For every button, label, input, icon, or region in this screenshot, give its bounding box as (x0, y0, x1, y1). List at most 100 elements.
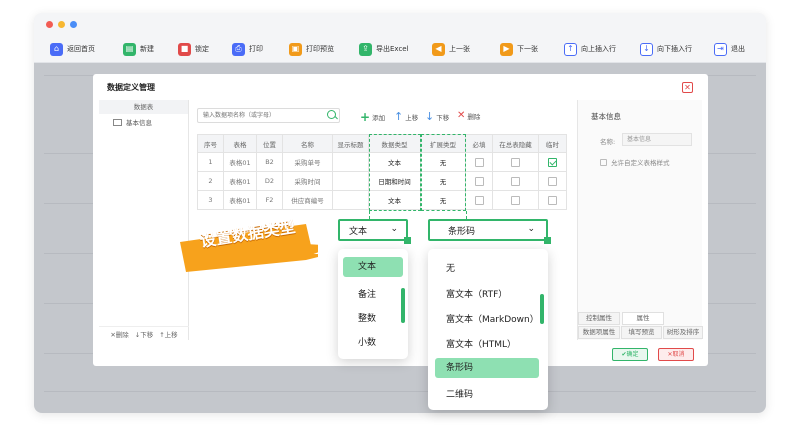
col-header: 必填 (465, 134, 493, 153)
search-input[interactable] (197, 108, 340, 123)
col-header: 在总表隐藏 (492, 134, 539, 153)
temp-checkbox[interactable] (548, 157, 557, 167)
home-label: 返回首页 (67, 45, 95, 53)
tab-tree-sort[interactable]: 树形及排序 (663, 326, 703, 339)
delete-button[interactable]: ✕ 删除 (457, 110, 480, 121)
cell-table: 表格01 (223, 190, 257, 210)
move-down-table-button[interactable]: ↓下移 (135, 329, 153, 339)
add-button[interactable]: + 添加 (360, 110, 385, 124)
new-doc-icon: ▤ (123, 42, 136, 56)
dropdown-scrollbar[interactable] (540, 294, 544, 324)
cell-temp[interactable] (538, 152, 567, 172)
print-preview-button[interactable]: ▣ 打印预览 (289, 41, 334, 57)
cell-temp[interactable] (538, 190, 567, 210)
home-icon: ⌂ (50, 42, 63, 56)
plus-icon: + (360, 110, 371, 124)
move-up-button[interactable]: ↑ 上移 (394, 110, 418, 123)
dropdown-option[interactable]: 小数 (358, 335, 376, 348)
table-list-item-label: 基本信息 (126, 119, 152, 127)
move-up-table-button[interactable]: ↑上移 (159, 329, 177, 339)
move-down-button[interactable]: ↓ 下移 (425, 110, 449, 123)
dropdown-option[interactable]: 富文本（MarkDown） (446, 312, 539, 325)
cell-hidden[interactable] (492, 171, 539, 191)
dropdown-option[interactable]: 无 (446, 261, 455, 274)
cell-position: D2 (256, 171, 283, 191)
dropdown-option[interactable]: 文本 (343, 257, 403, 277)
cell-required[interactable] (465, 152, 493, 172)
data-type-select[interactable]: 文本 ⌄ (338, 219, 411, 244)
move-up-label: 上移 (405, 113, 419, 122)
dropdown-option[interactable]: 整数 (358, 311, 376, 324)
hidden-checkbox[interactable] (511, 176, 520, 186)
hidden-checkbox[interactable] (511, 195, 520, 205)
dropdown-option[interactable]: 富文本（RTF） (446, 287, 507, 300)
dropdown-option[interactable]: 富文本（HTML） (446, 337, 516, 350)
tab-fill-preview[interactable]: 填写预览 (621, 326, 662, 339)
insert-up-button[interactable]: ↑ 向上插入行 (564, 41, 616, 57)
name-field[interactable]: 基本信息 (622, 133, 692, 146)
print-button[interactable]: ⎙ 打印 (232, 41, 263, 57)
dropdown-option[interactable]: 二维码 (446, 387, 473, 400)
exit-button[interactable]: ⇥ 退出 (714, 41, 745, 57)
table-list-footer: ✕删除 ↓下移 ↑上移 (99, 326, 189, 340)
close-dot[interactable] (46, 21, 53, 28)
insert-down-button[interactable]: ↓ 向下插入行 (640, 41, 692, 57)
cell-no: 3 (197, 190, 224, 210)
custom-style-checkbox[interactable] (600, 158, 607, 166)
cell-name: 供应商编号 (282, 190, 333, 210)
lock-button[interactable]: ■ 锁定 (178, 41, 209, 57)
ext-type-dropdown: 无 富文本（RTF） 富文本（MarkDown） 富文本（HTML） 条形码 二… (428, 249, 548, 410)
cell-required[interactable] (465, 190, 493, 210)
excel-icon: ⇪ (359, 42, 372, 56)
required-checkbox[interactable] (474, 195, 484, 205)
close-icon[interactable]: ✕ (682, 82, 693, 93)
temp-checkbox[interactable] (548, 195, 557, 205)
temp-checkbox[interactable] (548, 176, 557, 186)
minimize-dot[interactable] (58, 21, 65, 28)
required-checkbox[interactable] (474, 176, 484, 186)
insert-up-icon: ↑ (564, 42, 577, 56)
home-button[interactable]: ⌂ 返回首页 (50, 41, 95, 57)
export-excel-button[interactable]: ⇪ 导出Excel (359, 41, 409, 57)
next-label: 下一张 (517, 45, 538, 53)
new-label: 新建 (140, 45, 154, 53)
required-checkbox[interactable] (474, 157, 484, 167)
cell-required[interactable] (465, 171, 493, 191)
cancel-button[interactable]: ✕取消 (658, 348, 694, 361)
prev-button[interactable]: ◀ 上一张 (432, 41, 470, 57)
custom-style-option[interactable]: 允许自定义表格样式 (600, 157, 670, 167)
dropdown-option[interactable]: 备注 (358, 287, 376, 300)
delete-icon: ✕ (457, 110, 466, 121)
dropdown-option[interactable]: 条形码 (435, 358, 539, 378)
cell-hidden[interactable] (492, 152, 539, 172)
delete-table-button[interactable]: ✕删除 (110, 329, 128, 339)
toolbar: ⌂ 返回首页 ▤ 新建 ■ 锁定 ⎙ 打印 ▣ 打印预览 ⇪ 导出Excel ◀… (34, 35, 766, 63)
select-handle (544, 237, 551, 244)
prev-icon: ◀ (432, 42, 445, 56)
ok-button[interactable]: ✔确定 (612, 348, 648, 361)
cell-no: 1 (197, 152, 224, 172)
new-button[interactable]: ▤ 新建 (123, 41, 154, 57)
cell-temp[interactable] (538, 171, 567, 191)
ext-type-select[interactable]: 条形码 ⌄ (428, 219, 551, 244)
search-icon[interactable] (327, 110, 336, 119)
cell-title[interactable] (332, 152, 369, 172)
tab-control-properties[interactable]: 控制属性 (578, 312, 620, 325)
select-handle (404, 237, 411, 244)
maximize-dot[interactable] (70, 21, 77, 28)
hidden-checkbox[interactable] (511, 157, 520, 167)
cell-title[interactable] (332, 171, 369, 191)
table-list-item[interactable]: 基本信息 (99, 114, 188, 130)
tab-item-properties[interactable]: 数据项属性 (578, 326, 620, 339)
chevron-down-icon: ⌄ (390, 224, 398, 234)
insert-down-icon: ↓ (640, 42, 653, 56)
cell-hidden[interactable] (492, 190, 539, 210)
tab-properties[interactable]: 属性 (622, 312, 664, 325)
data-type-select-value: 文本 (349, 226, 368, 237)
cell-title[interactable] (332, 190, 369, 210)
properties-title: 基本信息 (591, 112, 621, 121)
print-preview-label: 打印预览 (306, 45, 334, 53)
next-button[interactable]: ▶ 下一张 (500, 41, 538, 57)
ext-column-highlight (421, 134, 466, 211)
dropdown-scrollbar[interactable] (401, 288, 405, 323)
